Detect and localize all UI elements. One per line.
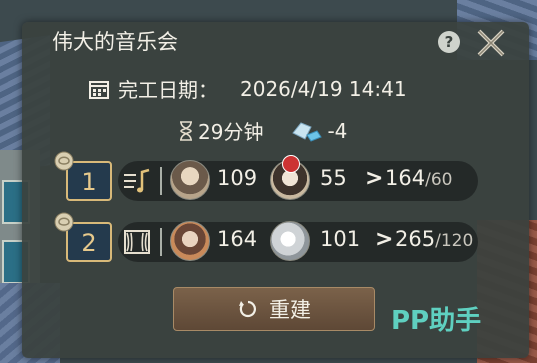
total-value: 265 [395, 227, 436, 251]
requirement-value: /120 [435, 231, 474, 251]
watermark-logo: PP助手 [391, 306, 482, 336]
worker-avatar[interactable] [170, 221, 210, 261]
finish-date-value: 2026/4/19 14:41 [240, 76, 407, 101]
worker-value: 101 [320, 227, 361, 251]
crystal-resource-icon [292, 121, 323, 142]
requirement-value: /60 [425, 170, 453, 190]
worker-avatar[interactable] [270, 221, 310, 261]
rebuild-label: 重建 [269, 298, 311, 322]
worker-slot-1[interactable]: 1 109 55 > 164/60 [54, 151, 478, 203]
stage-curtain-icon [124, 230, 150, 254]
slot-divider [160, 167, 162, 195]
close-icon [477, 29, 505, 57]
worker-slot-2[interactable]: 2 164 101 > 265/120 [54, 212, 478, 264]
rose-icon [54, 151, 74, 171]
rebuild-button[interactable]: 重建 [173, 287, 375, 331]
music-notes-icon [124, 168, 150, 193]
refresh-icon [239, 300, 256, 318]
lock-badge-icon [282, 155, 300, 173]
duration-value: 29分钟 [198, 120, 264, 144]
total-value: 164 [385, 166, 426, 190]
finish-date-label: 完工日期： [118, 78, 218, 102]
worker-value: 55 [320, 166, 347, 190]
worker-value: 164 [217, 227, 258, 251]
worker-avatar[interactable] [170, 160, 210, 200]
chevron-right-icon: > [375, 227, 394, 252]
close-button[interactable] [471, 23, 511, 63]
calendar-icon [89, 80, 109, 99]
slot-total: 265/120 [395, 227, 473, 251]
help-button[interactable]: ? [438, 31, 460, 53]
worker-value: 109 [217, 166, 258, 190]
cost-row: 29分钟 -4 [178, 116, 347, 145]
slot-divider [160, 228, 162, 256]
dialog-title: 伟大的音乐会 [52, 30, 178, 54]
rose-icon [54, 212, 74, 232]
hourglass-icon [180, 120, 192, 141]
finish-date-row: 完工日期： 2026/4/19 14:41 [88, 74, 407, 103]
chevron-right-icon: > [365, 166, 384, 191]
crystal-cost-value: -4 [327, 118, 348, 143]
slot-total: 164/60 [385, 166, 452, 190]
